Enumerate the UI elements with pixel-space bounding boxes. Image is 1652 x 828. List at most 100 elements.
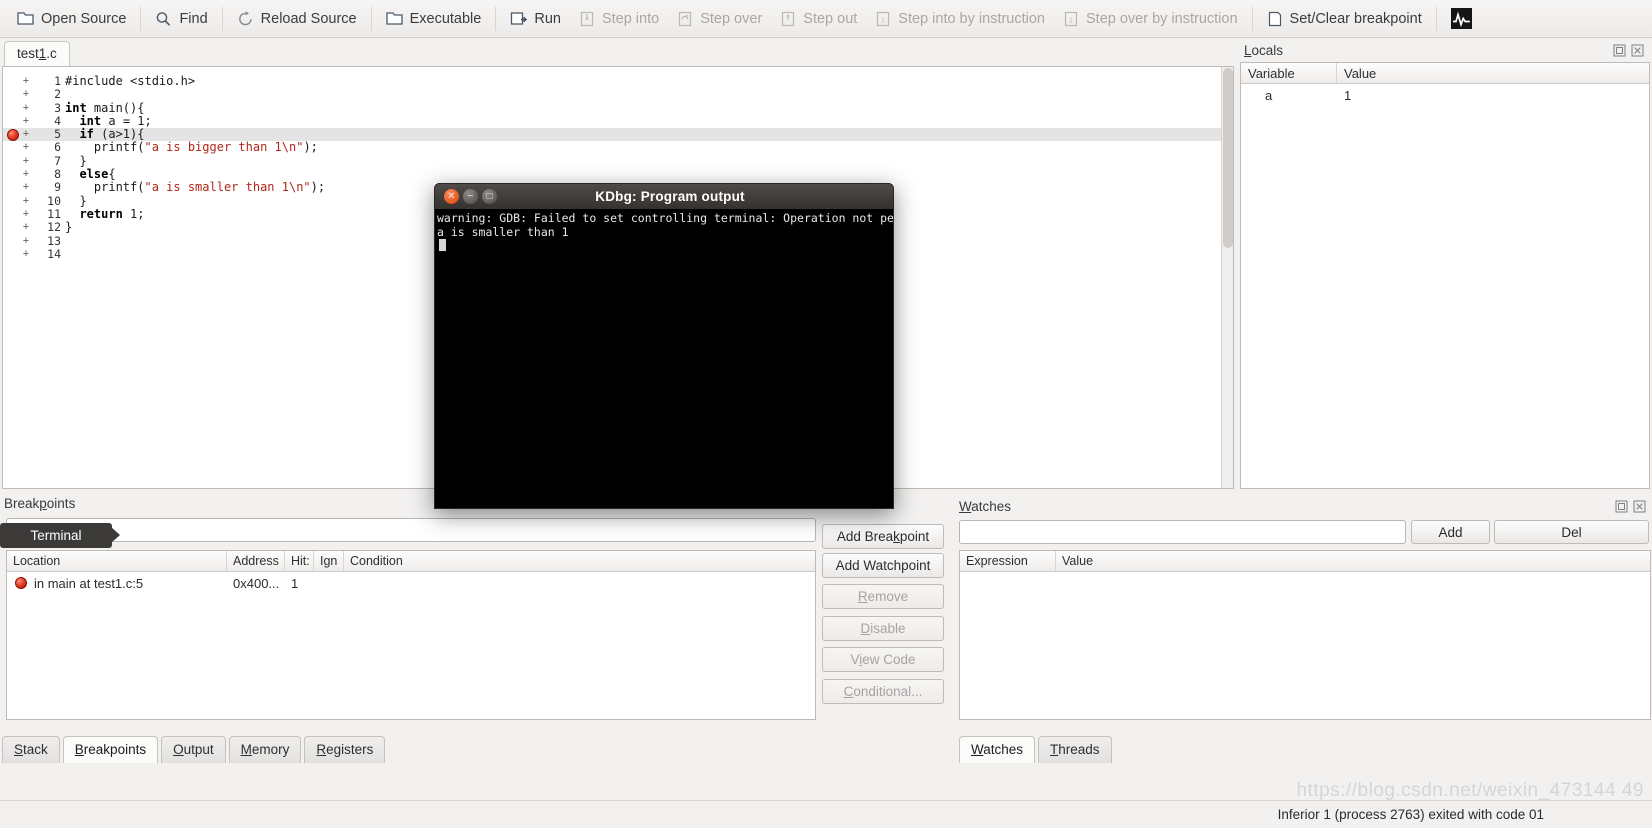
program-output-window[interactable]: ✕ − □ KDbg: Program output warning: GDB:…	[434, 183, 894, 509]
scrollbar-thumb[interactable]	[1223, 68, 1233, 248]
fold-plus-icon[interactable]: +	[21, 128, 31, 141]
close-icon[interactable]	[1633, 500, 1646, 513]
fold-plus-icon[interactable]: +	[21, 115, 31, 128]
line-number: 3	[54, 100, 61, 115]
fold-plus-icon[interactable]: +	[21, 75, 31, 88]
fold-plus-icon[interactable]: +	[21, 195, 31, 208]
window-close-icon[interactable]: ✕	[444, 189, 459, 204]
line-number: 11	[47, 206, 61, 221]
locals-dock-buttons	[1613, 44, 1644, 57]
delete-watch-button[interactable]: Del	[1494, 520, 1649, 544]
tab-label: Stack	[14, 742, 48, 757]
toolbar-button-pulse[interactable]	[1442, 4, 1481, 34]
button-label: Add Watchpoint	[835, 558, 931, 573]
tab-label: Watches	[971, 742, 1024, 757]
fold-plus-icon[interactable]: +	[21, 208, 31, 221]
watches-pane: Watches Add Del Expression Value	[955, 496, 1652, 720]
float-icon[interactable]	[1613, 44, 1626, 57]
watermark: https://blog.csdn.net/weixin_473144 49	[1296, 780, 1644, 801]
status-bar-text: Inferior 1 (process 2763) exited with co…	[1277, 807, 1544, 822]
view-code-button[interactable]: View Code	[822, 647, 944, 672]
toolbar-label: Set/Clear breakpoint	[1289, 10, 1422, 27]
toolbar-button-reload-source[interactable]: Reload Source	[228, 4, 366, 34]
add-watch-button[interactable]: Add	[1411, 520, 1490, 544]
tab-memory[interactable]: Memory	[228, 736, 302, 763]
tab-label: Threads	[1050, 742, 1100, 757]
breakpoints-table[interactable]: Location Address Hit: Ign Condition in m…	[6, 550, 816, 720]
reload-icon	[237, 10, 254, 27]
source-line[interactable]: +2	[3, 87, 1233, 102]
program-output-terminal[interactable]: warning: GDB: Failed to set controlling …	[434, 209, 894, 509]
fold-plus-icon[interactable]: +	[21, 235, 31, 248]
toolbar-separator	[1251, 6, 1253, 31]
fold-plus-icon[interactable]: +	[21, 221, 31, 234]
source-line[interactable]: +3 int main(){	[3, 100, 1233, 115]
fold-plus-icon[interactable]: +	[21, 102, 31, 115]
toolbar-button-run[interactable]: Run	[501, 4, 570, 34]
toolbar-button-step-out[interactable]: Step out	[771, 4, 866, 34]
close-icon[interactable]	[1631, 44, 1644, 57]
fold-plus-icon[interactable]: +	[21, 181, 31, 194]
window-minimize-icon[interactable]: −	[463, 189, 478, 204]
fold-plus-icon[interactable]: +	[21, 88, 31, 101]
toolbar-button-step-over[interactable]: Step over	[668, 4, 771, 34]
toolbar-button-executable[interactable]: Executable	[377, 4, 491, 34]
line-number: 13	[47, 233, 61, 248]
bp-col-hit: Hit:	[285, 551, 314, 571]
fold-plus-icon[interactable]: +	[21, 248, 31, 261]
toolbar-button-step-over-by-instruction[interactable]: i Step over by instruction	[1054, 4, 1247, 34]
svg-text:i: i	[881, 16, 885, 24]
tab-threads[interactable]: Threads	[1038, 736, 1112, 763]
source-tab-test1c[interactable]: test1.c	[4, 41, 70, 66]
bp-cell-hit: 1	[291, 575, 299, 591]
toolbar-button-step-into-by-instruction[interactable]: i Step into by instruction	[866, 4, 1054, 34]
watches-table[interactable]: Expression Value	[959, 550, 1651, 720]
fold-plus-icon[interactable]: +	[21, 141, 31, 154]
terminal-line: a is smaller than 1	[437, 224, 569, 239]
tab-watches[interactable]: Watches	[959, 736, 1036, 763]
program-output-titlebar[interactable]: ✕ − □ KDbg: Program output	[434, 183, 894, 209]
fold-plus-icon[interactable]: +	[21, 168, 31, 181]
source-line[interactable]: +6 printf("a is bigger than 1\n");	[3, 140, 1233, 155]
breakpoint-input[interactable]	[6, 518, 816, 542]
locals-dock-titlebar: Locals	[1240, 40, 1650, 60]
table-row[interactable]: in main at test1.c:5 0x400... 1	[7, 572, 815, 594]
add-breakpoint-button[interactable]: Add Breakpoint	[822, 524, 944, 549]
watch-expression-input[interactable]	[959, 520, 1406, 544]
source-line[interactable]: +7 }	[3, 154, 1233, 168]
line-text: printf("a is bigger than 1\n");	[65, 140, 318, 155]
terminal-launcher-tooltip[interactable]: Terminal	[0, 523, 120, 548]
locals-col-value: Value	[1344, 66, 1377, 81]
toolbar-button-open-source[interactable]: Open Source	[8, 4, 135, 34]
remove-button[interactable]: Remove	[822, 584, 944, 609]
locals-table[interactable]: Variable Value a 1	[1240, 62, 1650, 489]
svg-text:i: i	[1069, 16, 1073, 24]
button-label: View Code	[850, 652, 916, 667]
source-line[interactable]: +4 int a = 1;	[3, 114, 1233, 128]
table-row[interactable]: a 1	[1241, 84, 1649, 106]
toolbar-button-set-clear-breakpoint[interactable]: Set/Clear breakpoint	[1258, 4, 1431, 34]
conditional-button[interactable]: Conditional...	[822, 679, 944, 704]
source-line[interactable]: +5 if (a>1){	[3, 127, 1233, 142]
source-line[interactable]: +1 #include <stdio.h>	[3, 74, 1233, 88]
program-output-title: KDbg: Program output	[595, 189, 745, 204]
add-watchpoint-button[interactable]: Add Watchpoint	[822, 553, 944, 578]
bp-col-ign: Ign	[314, 551, 344, 571]
disable-button[interactable]: Disable	[822, 616, 944, 641]
tab-stack[interactable]: Stack	[2, 736, 60, 763]
tab-registers[interactable]: Registers	[304, 736, 386, 763]
tab-label: Breakpoints	[74, 742, 147, 757]
toolbar-button-find[interactable]: Find	[146, 4, 216, 34]
toolbar-button-step-into[interactable]: Step into	[570, 4, 668, 34]
bottom-tabbar-right: Watches Threads	[959, 736, 1112, 763]
tab-output[interactable]: Output	[161, 736, 226, 763]
breakpoints-table-header: Location Address Hit: Ign Condition	[7, 551, 815, 572]
float-icon[interactable]	[1615, 500, 1628, 513]
window-maximize-icon[interactable]: □	[482, 189, 497, 204]
tab-breakpoints[interactable]: Breakpoints	[62, 736, 159, 763]
source-vertical-scrollbar[interactable]	[1221, 67, 1233, 488]
breakpoint-dot-icon[interactable]	[7, 129, 19, 142]
fold-plus-icon[interactable]: +	[21, 155, 31, 168]
line-number: 2	[54, 87, 61, 102]
source-line[interactable]: +8 else{	[3, 167, 1233, 181]
